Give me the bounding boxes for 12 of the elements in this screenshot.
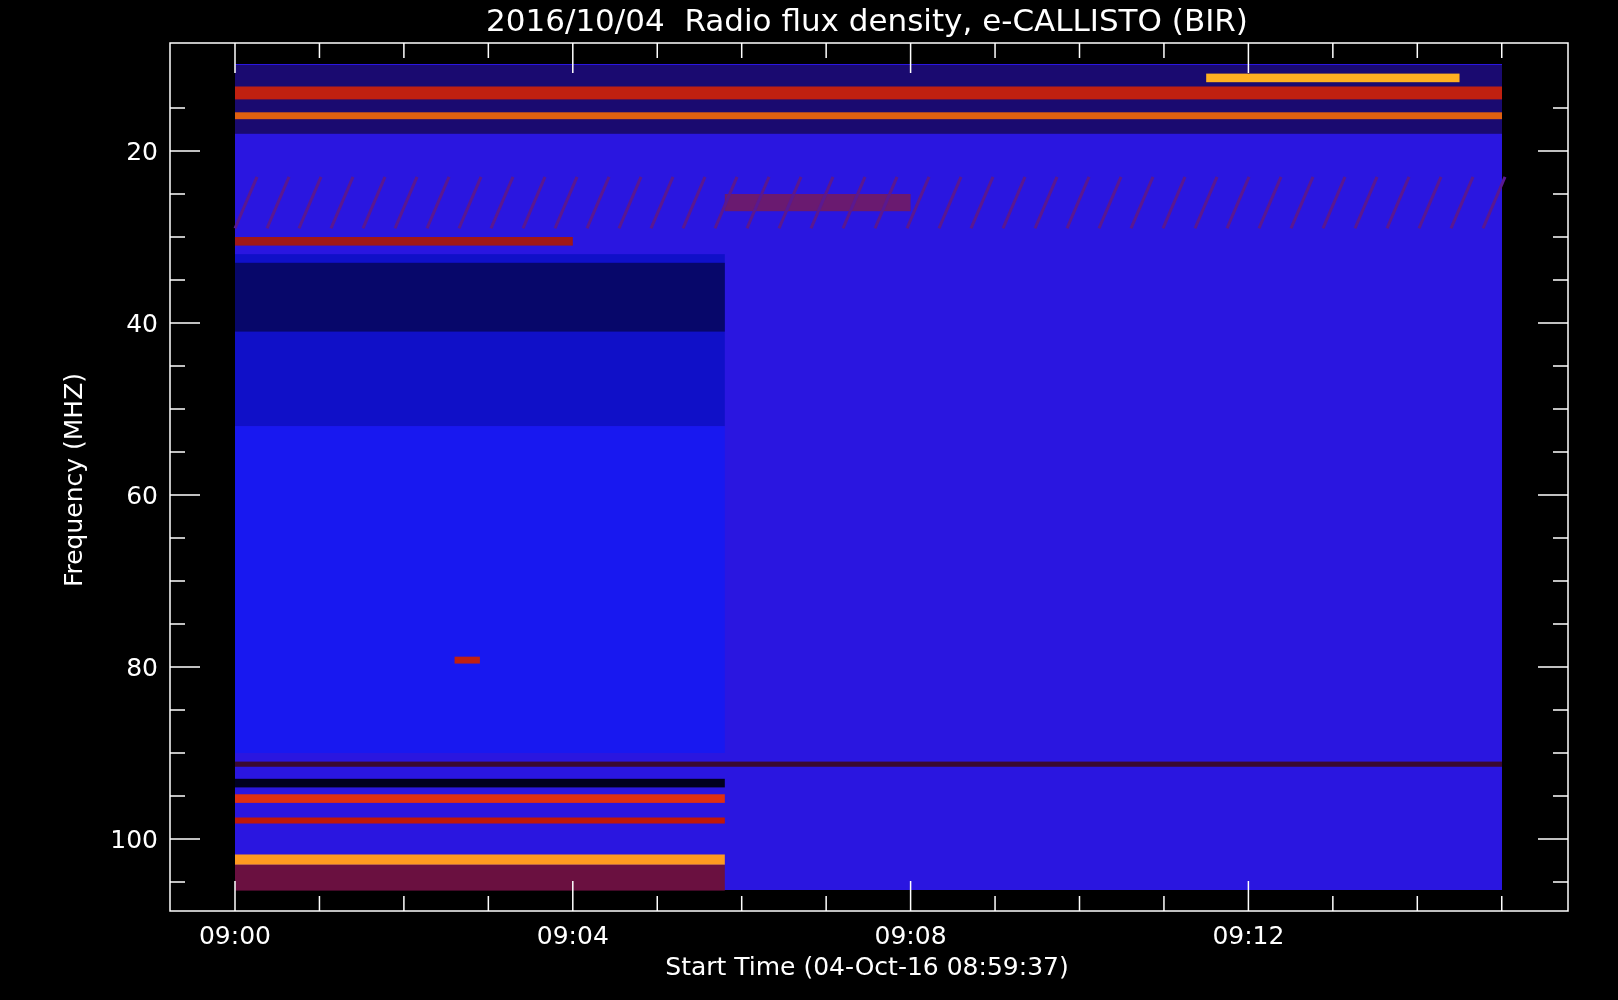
- tick-label: 20: [126, 137, 158, 166]
- chart-title: 2016/10/04 Radio flux density, e-CALLISTO (BIR): [486, 2, 1248, 38]
- tick-label: 09:00: [199, 921, 271, 950]
- tick-label: 100: [110, 825, 158, 854]
- axis-label: Frequency (MHZ): [59, 372, 88, 588]
- tick-label: 40: [126, 309, 158, 338]
- axis-label: Start Time (04-Oct-16 08:59:37): [665, 952, 1069, 981]
- tick-label: 09:12: [1212, 921, 1285, 950]
- tick-label: 09:04: [536, 921, 609, 950]
- tick-label: 09:08: [874, 921, 947, 950]
- tick-label: 60: [126, 481, 158, 510]
- tick-label: 80: [126, 653, 158, 682]
